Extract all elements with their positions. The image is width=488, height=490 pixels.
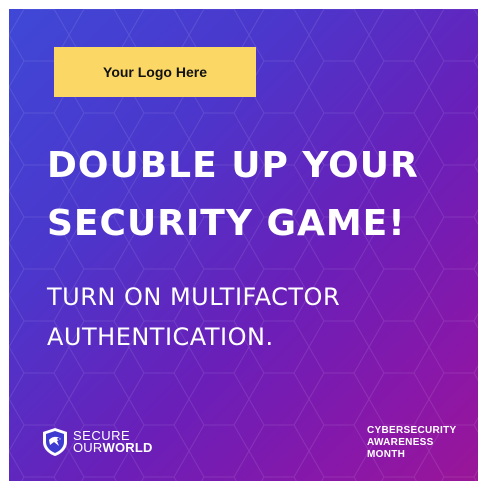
headline-line-1: DOUBLE UP YOUR xyxy=(47,145,419,186)
page-frame: Your Logo Here DOUBLE UP YOUR SECURITY G… xyxy=(0,0,488,490)
brand-wordmark: SECURE OURWORLD xyxy=(73,429,153,455)
secure-our-world-logo: SECURE OURWORLD xyxy=(41,427,153,457)
headline: DOUBLE UP YOUR SECURITY GAME! xyxy=(47,137,467,253)
brand-bottom-text: OURWORLD xyxy=(73,440,153,455)
subheadline-line-2: AUTHENTICATION. xyxy=(47,323,274,351)
poster: Your Logo Here DOUBLE UP YOUR SECURITY G… xyxy=(9,9,478,481)
subheadline: TURN ON MULTIFACTOR AUTHENTICATION. xyxy=(47,277,467,357)
headline-line-2: SECURITY GAME! xyxy=(47,203,406,244)
campaign-line-2: AWARENESS xyxy=(367,437,434,448)
campaign-line-3: MONTH xyxy=(367,449,406,460)
campaign-line-1: CYBERSECURITY xyxy=(367,425,457,436)
brand-bottom-bold: WORLD xyxy=(102,440,153,455)
logo-placeholder-text: Your Logo Here xyxy=(103,64,207,80)
campaign-label: CYBERSECURITY AWARENESS MONTH xyxy=(367,425,456,461)
logo-placeholder: Your Logo Here xyxy=(54,47,256,97)
shield-eagle-icon xyxy=(43,428,67,456)
subheadline-line-1: TURN ON MULTIFACTOR xyxy=(47,283,341,311)
brand-bottom-prefix: OUR xyxy=(73,440,103,455)
